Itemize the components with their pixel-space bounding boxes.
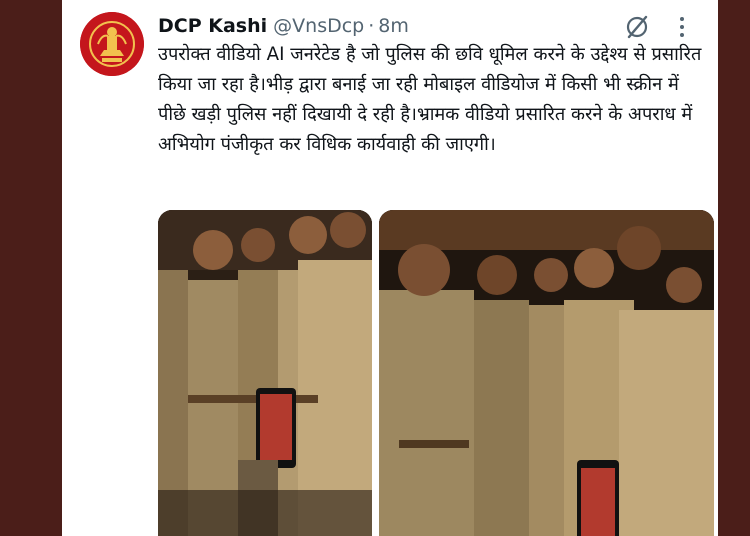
separator-dot: · — [368, 15, 375, 37]
user-handle[interactable]: @VnsDcp — [273, 15, 364, 37]
grok-icon[interactable] — [624, 14, 650, 40]
avatar[interactable] — [80, 12, 144, 76]
media-photo[interactable] — [158, 210, 372, 536]
display-name[interactable]: DCP Kashi — [158, 15, 267, 37]
media-photo[interactable] — [379, 210, 714, 536]
more-options-icon[interactable] — [670, 14, 694, 40]
police-crowd-photo — [379, 210, 714, 536]
timestamp[interactable]: 8m — [378, 15, 409, 37]
left-frame-border — [0, 0, 62, 536]
right-frame-border — [718, 0, 750, 536]
tweet-header: DCP Kashi @VnsDcp · 8m — [158, 12, 409, 40]
tweet-card[interactable]: DCP Kashi @VnsDcp · 8m उपरोक्त वीडियो AI… — [62, 0, 718, 536]
tweet-text: उपरोक्त वीडियो AI जनरेटेड है जो पुलिस की… — [158, 44, 702, 155]
police-crowd-photo — [158, 210, 372, 536]
police-emblem-icon — [80, 12, 144, 76]
tweet-media — [158, 210, 714, 536]
